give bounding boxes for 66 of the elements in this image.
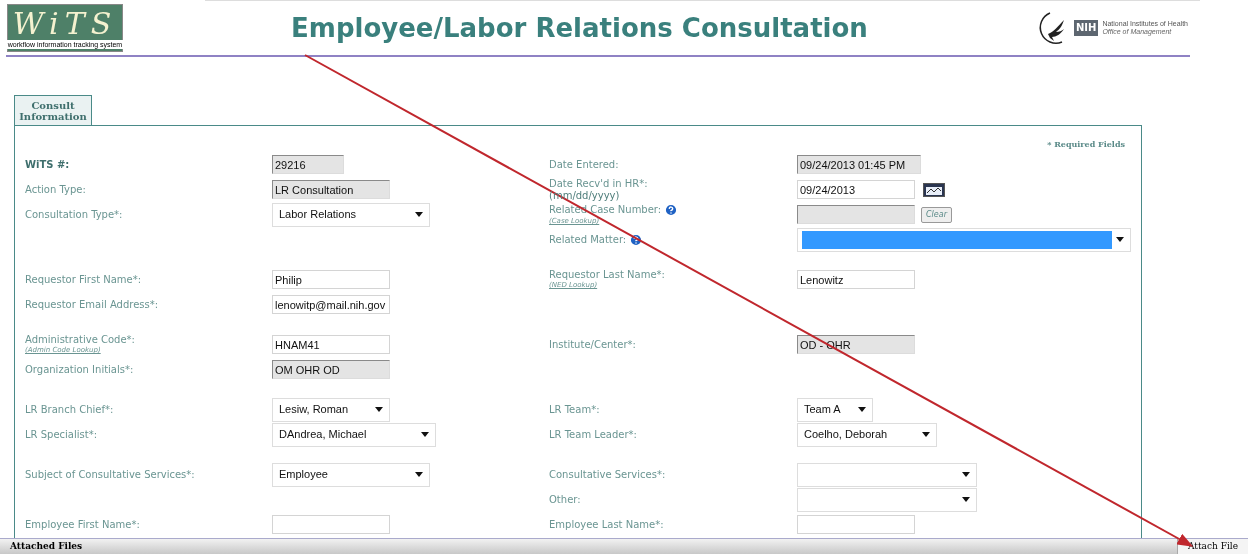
tab[interactable]: Consult Information — [14, 95, 92, 125]
field-label: Employee First Name*: — [25, 518, 140, 531]
field-label: Related Case Number: — [549, 204, 662, 216]
page-title: Employee/Labor Relations Consultation — [290, 11, 869, 45]
field-label: Consultation Type*: — [25, 208, 123, 221]
clear-button[interactable]: Clear — [921, 206, 952, 223]
caret-icon — [1116, 237, 1124, 242]
field-label: Requestor Last Name*: — [549, 269, 665, 281]
field-label: Other: — [549, 493, 581, 506]
caret-icon — [421, 432, 429, 437]
field-label: LR Specialist*: — [25, 428, 97, 441]
field-label: Requestor Email Address*: — [25, 298, 159, 311]
dropdown-value: DAndrea, Michael — [278, 427, 368, 443]
field-label: LR Branch Chief*: — [25, 403, 114, 416]
field-label: Consultative Services*: — [549, 468, 666, 481]
caret-icon — [375, 407, 383, 412]
caret-icon — [415, 212, 423, 217]
dropdown[interactable]: Team A — [797, 397, 873, 422]
dropdown-value: Lesiw, Roman — [278, 402, 350, 418]
caret-icon — [962, 497, 970, 502]
field-label: Action Type: — [25, 183, 86, 196]
dropdown-value: Coelho, Deborah — [803, 427, 889, 443]
text-field[interactable]: OD - OHR — [797, 335, 915, 354]
date-field[interactable]: 09/24/2013 — [797, 180, 915, 199]
text-field[interactable]: lenowitp@mail.nih.gov — [272, 295, 390, 314]
dropdown[interactable]: Labor Relations — [272, 202, 430, 227]
text-field[interactable]: 29216 — [272, 155, 344, 174]
field-label: Employee Last Name*: — [549, 518, 664, 531]
text-field[interactable]: OM OHR OD — [272, 360, 390, 379]
caret-icon — [858, 407, 866, 412]
text-field[interactable]: LR Consultation — [272, 180, 390, 199]
field-label: LR Team Leader*: — [549, 428, 637, 441]
attach-file-button[interactable]: Attach File — [1177, 538, 1248, 554]
dropdown[interactable] — [797, 227, 1131, 252]
dropdown[interactable] — [797, 487, 977, 512]
field-label: Related Matter: — [549, 233, 627, 246]
field-label: Date Entered: — [549, 158, 619, 171]
nih-badge: NIH — [1073, 20, 1099, 36]
dropdown[interactable]: Employee — [272, 462, 430, 487]
caret-icon — [415, 472, 423, 477]
dropdown-value: Labor Relations — [278, 207, 358, 223]
required-fields-note: * Required Fields — [1047, 138, 1125, 150]
calendar-icon[interactable] — [923, 182, 945, 197]
text-field[interactable]: 09/24/2013 01:45 PM — [797, 155, 921, 174]
dropdown-value: Employee — [278, 467, 329, 483]
text-field[interactable]: Lenowitz — [797, 270, 915, 289]
field-label: Requestor First Name*: — [25, 273, 142, 286]
dropdown[interactable]: Lesiw, Roman — [272, 397, 390, 422]
help-icon[interactable] — [664, 203, 679, 217]
field-label: Date Recv'd in HR*: — [549, 177, 648, 190]
field-label: WiTS #: — [25, 158, 70, 171]
field-label: Organization Initials*: — [25, 363, 134, 376]
field-label: LR Team*: — [549, 403, 600, 416]
attachments-label: Attached Files — [10, 539, 83, 553]
field-label: Administrative Code*: — [25, 334, 135, 346]
field-label: Institute/Center*: — [549, 338, 636, 351]
caret-icon — [962, 472, 970, 477]
dropdown-value: Team A — [803, 402, 842, 418]
text-field[interactable]: Philip — [272, 270, 390, 289]
text-field[interactable]: HNAM41 — [272, 335, 390, 354]
text-field[interactable] — [797, 205, 915, 224]
caret-icon — [922, 432, 930, 437]
field-label: Subject of Consultative Services*: — [25, 468, 195, 481]
dropdown[interactable] — [797, 462, 977, 487]
dropdown[interactable]: DAndrea, Michael — [272, 422, 436, 447]
dropdown[interactable]: Coelho, Deborah — [797, 422, 937, 447]
